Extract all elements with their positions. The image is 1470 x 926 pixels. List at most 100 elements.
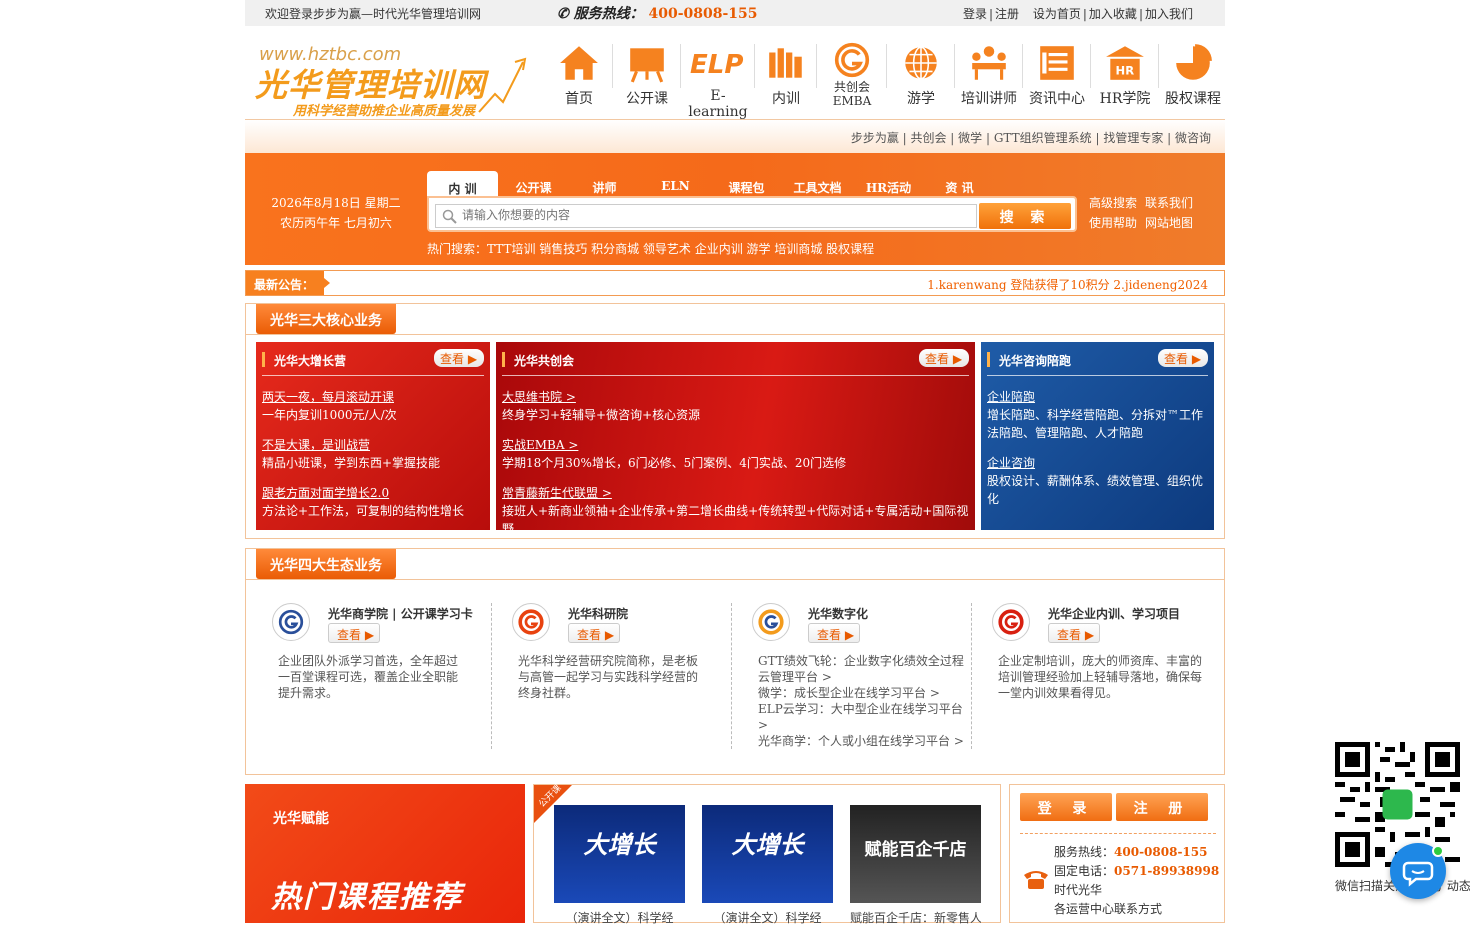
chat-button[interactable]	[1390, 843, 1446, 899]
sub-links[interactable]: 步步为赢 | 共创会 | 微学 | GTT组织管理系统 | 找管理专家 | 微咨…	[851, 129, 1211, 146]
card-title: 光华共创会	[514, 354, 575, 368]
advanced-search-link[interactable]: 高级搜索	[1089, 196, 1137, 210]
login-button[interactable]: 登 录	[1020, 793, 1112, 821]
tab-tools-docs[interactable]: 工具文档	[782, 171, 853, 197]
register-link[interactable]: 注册	[995, 7, 1019, 21]
card-link[interactable]: 企业咨询	[987, 454, 1208, 472]
card-link[interactable]: 实战EMBA >	[502, 436, 969, 454]
nav-lecturer[interactable]: 培训讲师	[955, 42, 1023, 120]
more-button[interactable]: 查看 ▶	[568, 623, 620, 643]
hotline-label: 服务热线：	[573, 6, 644, 22]
card-link[interactable]: 两天一夜，每月滚动开课	[262, 388, 484, 406]
tab-public-course[interactable]: 公开课	[498, 171, 569, 197]
nav-inhouse[interactable]: 内训	[755, 42, 817, 120]
more-button[interactable]: 查看 ▶	[434, 349, 484, 367]
card-link[interactable]: 常青藤新生代联盟 >	[502, 484, 969, 502]
sub-bar: 步步为赢 | 共创会 | 微学 | GTT组织管理系统 | 找管理专家 | 微咨…	[245, 119, 1225, 153]
top-links: 登录 | 注册 设为首页 | 加入收藏 | 加入我们	[962, 7, 1193, 21]
nav-label: 公开课	[626, 91, 668, 107]
g-logo-icon	[752, 603, 790, 641]
more-button[interactable]: 查看 ▶	[808, 623, 860, 643]
contact-info: 服务热线：400-0808-155 固定电话：0571-89938998 时代光…	[1054, 843, 1219, 919]
course-caption: 赋能百企千店：新零售人	[850, 911, 981, 925]
contact-us-link[interactable]: 联系我们	[1145, 196, 1193, 210]
telephone-icon	[1024, 871, 1048, 889]
card-desc: 精品小班课，学到东西+掌握技能	[262, 456, 441, 470]
more-button[interactable]: 查看 ▶	[919, 349, 969, 367]
hotline: ✆ 服务热线： 400-0808-155	[557, 3, 758, 23]
svg-text:ELP: ELP	[690, 50, 743, 80]
course-card[interactable]: 大增长 （演讲全文）科学经	[554, 805, 685, 926]
more-button[interactable]: 查看 ▶	[328, 623, 380, 643]
notice-message[interactable]: 1.karenwang 登陆获得了10积分 2.jideneng2024	[927, 276, 1208, 293]
search-tabs: 内 训 公开课 讲师 ELN 课程包 工具文档 HR活动 资 讯	[427, 171, 995, 197]
lecturer-icon	[972, 46, 1006, 80]
card-link[interactable]: 企业陪跑	[987, 388, 1208, 406]
card-link[interactable]: 大思维书院 >	[502, 388, 969, 406]
join-us-link[interactable]: 加入我们	[1145, 7, 1193, 21]
hot-search-terms[interactable]: TTT培训 销售技巧 积分商城 领导艺术 企业内训 游学 培训商城 股权课程	[487, 242, 874, 256]
more-button[interactable]: 查看 ▶	[1158, 349, 1208, 367]
course-image-text: 大增长	[731, 831, 804, 859]
help-link[interactable]: 使用帮助	[1089, 216, 1137, 230]
nav-study-tour[interactable]: 游学	[887, 42, 955, 120]
search-icon	[442, 209, 457, 224]
add-favorite-link[interactable]: 加入收藏	[1089, 7, 1137, 21]
more-button[interactable]: 查看 ▶	[1048, 623, 1100, 643]
nav-elearning[interactable]: ELP E-learning	[681, 42, 755, 120]
notice-bar: 最新公告： 1.karenwang 登陆获得了10积分 2.jideneng20…	[245, 270, 1225, 296]
card-cocreation: 光华共创会 查看 ▶ 大思维书院 > 终身学习+轻辅导+微咨询+核心资源 实战E…	[496, 342, 975, 536]
register-button[interactable]: 注 册	[1116, 793, 1208, 821]
nav-home[interactable]: 首页	[545, 42, 613, 120]
nav-news[interactable]: 资讯中心	[1023, 42, 1091, 120]
notice-label: 最新公告：	[246, 271, 324, 295]
nav-public-course[interactable]: 公开课	[613, 42, 681, 120]
g-logo-icon	[834, 42, 870, 78]
course-card[interactable]: 赋能百企千店 赋能百企千店：新零售人	[850, 805, 981, 926]
promo-banner[interactable]: 光华赋能 热门课程推荐	[245, 784, 525, 923]
tab-news[interactable]: 资 讯	[924, 171, 995, 197]
nav-hr-academy[interactable]: HR HR学院	[1091, 42, 1159, 120]
search-field	[435, 204, 977, 228]
hotline-number: 400-0808-155	[648, 6, 758, 22]
card-link[interactable]: 不是大课，是训战营	[262, 436, 484, 454]
sitemap-link[interactable]: 网站地图	[1145, 216, 1193, 230]
bottom-area: 光华赋能 热门课程推荐 公开课 大增长 （演讲全文）科学经 大增长 （演讲全文）…	[245, 783, 1225, 926]
nav-label: 游学	[907, 91, 935, 107]
tab-eln[interactable]: ELN	[640, 171, 711, 197]
search-button[interactable]: 搜 索	[979, 203, 1071, 229]
nav-label: 内训	[772, 91, 800, 107]
nav-label: 培训讲师	[961, 91, 1017, 107]
eco-name: 光华科研院	[568, 607, 629, 621]
set-homepage-link[interactable]: 设为首页	[1033, 7, 1081, 21]
books-icon	[769, 48, 802, 78]
course-card[interactable]: 大增长 （演讲全文）科学经	[702, 805, 833, 926]
nav-emba[interactable]: 共创会 EMBA	[817, 42, 887, 120]
eco-item: 光华商学院 | 公开课学习卡 查看 ▶ 企业团队外派学习首选，全年超过一百堂课程…	[252, 603, 492, 749]
card-desc: 股权设计、薪酬体系、绩效管理、组织优化	[987, 474, 1204, 506]
course-image-text: 大增长	[583, 831, 656, 859]
phone-icon: ✆	[557, 6, 569, 22]
eco-desc: 企业团队外派学习首选，全年超过一百堂课程可选，覆盖企业全职能提升需求。	[278, 654, 459, 700]
fixed-phone-number: 0571-89938998	[1114, 864, 1220, 878]
tab-course-pack[interactable]: 课程包	[711, 171, 782, 197]
news-icon	[1040, 46, 1074, 80]
nav-equity-course[interactable]: 股权课程	[1159, 42, 1227, 120]
search-input[interactable]	[462, 208, 962, 222]
tab-hr-events[interactable]: HR活动	[853, 171, 924, 197]
hr-building-icon: HR	[1106, 46, 1144, 80]
main-nav: 首页 公开课 ELP E-learning 内训 共创会 EMBA 游学 培训讲…	[545, 42, 1227, 120]
card-link[interactable]: 跟老方面对面学增长2.0	[262, 484, 484, 502]
tab-inhouse[interactable]: 内 训	[427, 171, 498, 197]
course-list: 公开课 大增长 （演讲全文）科学经 大增长 （演讲全文）科学经 赋能百企千店 赋…	[533, 783, 1001, 926]
eco-desc: 企业定制培训，庞大的师资库、丰富的培训管理经验加上轻辅导落地，确保每一堂内训效果…	[998, 654, 1203, 700]
branch-link[interactable]: 各运营中心联系方式	[1054, 900, 1219, 919]
eco-name: 光华企业内训、学习项目	[1048, 607, 1181, 621]
course-image-text: 赋能百企千店	[864, 840, 967, 860]
promo-brand: 光华赋能	[273, 811, 329, 827]
login-link[interactable]: 登录	[963, 7, 987, 21]
core-business-section: 光华三大核心业务 光华大增长营 查看 ▶ 两天一夜，每月滚动开课 一年内复训10…	[245, 303, 1225, 539]
header: www.hztbc.com 光华管理培训网 用科学经营助推企业高质量发展 首页 …	[245, 26, 1227, 120]
search-box: 搜 索	[427, 196, 1077, 232]
tab-lecturer[interactable]: 讲师	[569, 171, 640, 197]
